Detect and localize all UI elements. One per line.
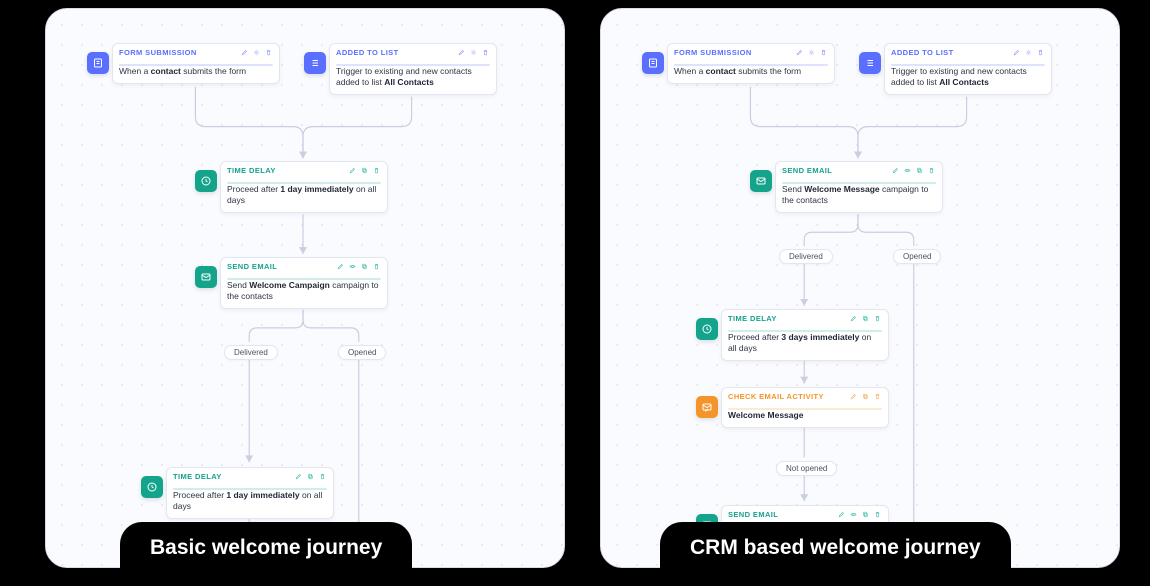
node-desc: Trigger to existing and new contacts add… xyxy=(891,66,1045,88)
edit-icon[interactable] xyxy=(457,48,466,57)
settings-icon[interactable] xyxy=(807,48,816,57)
pill-opened[interactable]: Opened xyxy=(893,249,941,264)
node-tools xyxy=(1012,48,1045,57)
node-added-to-list[interactable]: ADDED TO LIST Trigger to existing and ne… xyxy=(884,43,1052,95)
delete-icon[interactable] xyxy=(481,48,490,57)
delete-icon[interactable] xyxy=(318,472,327,481)
node-send-email[interactable]: SEND EMAIL Send Welcome Campaign campaig… xyxy=(220,257,388,309)
copy-icon[interactable] xyxy=(360,262,369,271)
delete-icon[interactable] xyxy=(1036,48,1045,57)
settings-icon[interactable] xyxy=(1024,48,1033,57)
node-check-email-activity[interactable]: CHECK EMAIL ACTIVITY Welcome Message xyxy=(721,387,889,428)
edit-icon[interactable] xyxy=(348,166,357,175)
node-desc: Proceed after 3 days immediately on all … xyxy=(728,332,882,354)
node-title: FORM SUBMISSION xyxy=(119,48,197,58)
node-desc: Proceed after 1 day immediately on all d… xyxy=(173,490,327,512)
node-title: ADDED TO LIST xyxy=(336,48,399,58)
delete-icon[interactable] xyxy=(372,166,381,175)
node-desc: When a contact submits the form xyxy=(674,66,828,77)
edit-icon[interactable] xyxy=(891,166,900,175)
node-desc: Send Welcome Message campaign to the con… xyxy=(782,184,936,206)
node-tools xyxy=(336,262,381,271)
node-title: TIME DELAY xyxy=(173,472,222,482)
delete-icon[interactable] xyxy=(819,48,828,57)
node-time-delay-2[interactable]: TIME DELAY Proceed after 1 day immediate… xyxy=(166,467,334,519)
clock-icon xyxy=(195,170,217,192)
clock-icon xyxy=(141,476,163,498)
copy-icon[interactable] xyxy=(861,392,870,401)
node-title: SEND EMAIL xyxy=(227,262,277,272)
settings-icon[interactable] xyxy=(252,48,261,57)
node-desc: Send Welcome Campaign campaign to the co… xyxy=(227,280,381,302)
edit-icon[interactable] xyxy=(837,510,846,519)
edit-icon[interactable] xyxy=(849,392,858,401)
node-form-submission[interactable]: FORM SUBMISSION When a contact submits t… xyxy=(667,43,835,84)
copy-icon[interactable] xyxy=(306,472,315,481)
copy-icon[interactable] xyxy=(915,166,924,175)
node-title: ADDED TO LIST xyxy=(891,48,954,58)
node-tools xyxy=(837,510,882,519)
node-desc: Trigger to existing and new contacts add… xyxy=(336,66,490,88)
caption-crm: CRM based welcome journey xyxy=(660,522,1011,576)
delete-icon[interactable] xyxy=(873,510,882,519)
node-tools xyxy=(240,48,273,57)
node-tools xyxy=(348,166,381,175)
delete-icon[interactable] xyxy=(873,314,882,323)
list-icon xyxy=(304,52,326,74)
copy-icon[interactable] xyxy=(360,166,369,175)
preview-icon[interactable] xyxy=(348,262,357,271)
caption-basic: Basic welcome journey xyxy=(120,522,412,576)
node-time-delay[interactable]: TIME DELAY Proceed after 3 days immediat… xyxy=(721,309,889,361)
check-email-icon xyxy=(696,396,718,418)
node-form-submission[interactable]: FORM SUBMISSION When a contact submits t… xyxy=(112,43,280,84)
node-tools xyxy=(294,472,327,481)
node-tools xyxy=(849,314,882,323)
pill-opened[interactable]: Opened xyxy=(338,345,386,360)
node-added-to-list[interactable]: ADDED TO LIST Trigger to existing and ne… xyxy=(329,43,497,95)
preview-icon[interactable] xyxy=(849,510,858,519)
node-tools xyxy=(849,392,882,401)
mail-icon xyxy=(195,266,217,288)
edit-icon[interactable] xyxy=(336,262,345,271)
form-icon xyxy=(642,52,664,74)
node-tools xyxy=(795,48,828,57)
delete-icon[interactable] xyxy=(372,262,381,271)
edit-icon[interactable] xyxy=(294,472,303,481)
delete-icon[interactable] xyxy=(873,392,882,401)
node-title: FORM SUBMISSION xyxy=(674,48,752,58)
node-title: SEND EMAIL xyxy=(728,510,778,520)
node-title: TIME DELAY xyxy=(728,314,777,324)
copy-icon[interactable] xyxy=(861,314,870,323)
clock-icon xyxy=(696,318,718,340)
pill-delivered[interactable]: Delivered xyxy=(224,345,278,360)
form-icon xyxy=(87,52,109,74)
edit-icon[interactable] xyxy=(240,48,249,57)
settings-icon[interactable] xyxy=(469,48,478,57)
node-tools xyxy=(457,48,490,57)
pill-not-opened[interactable]: Not opened xyxy=(776,461,837,476)
node-desc: When a contact submits the form xyxy=(119,66,273,77)
delete-icon[interactable] xyxy=(264,48,273,57)
edit-icon[interactable] xyxy=(1012,48,1021,57)
node-send-email-1[interactable]: SEND EMAIL Send Welcome Message campaign… xyxy=(775,161,943,213)
list-icon xyxy=(859,52,881,74)
copy-icon[interactable] xyxy=(861,510,870,519)
pill-delivered[interactable]: Delivered xyxy=(779,249,833,264)
node-title: SEND EMAIL xyxy=(782,166,832,176)
node-desc: Proceed after 1 day immediately on all d… xyxy=(227,184,381,206)
node-desc: Welcome Message xyxy=(728,410,882,421)
edit-icon[interactable] xyxy=(795,48,804,57)
panel-basic-journey: FORM SUBMISSION When a contact submits t… xyxy=(45,8,565,568)
node-title: CHECK EMAIL ACTIVITY xyxy=(728,392,824,402)
delete-icon[interactable] xyxy=(927,166,936,175)
mail-icon xyxy=(750,170,772,192)
node-title: TIME DELAY xyxy=(227,166,276,176)
node-tools xyxy=(891,166,936,175)
preview-icon[interactable] xyxy=(903,166,912,175)
edit-icon[interactable] xyxy=(849,314,858,323)
node-time-delay-1[interactable]: TIME DELAY Proceed after 1 day immediate… xyxy=(220,161,388,213)
panel-crm-journey: FORM SUBMISSION When a contact submits t… xyxy=(600,8,1120,568)
